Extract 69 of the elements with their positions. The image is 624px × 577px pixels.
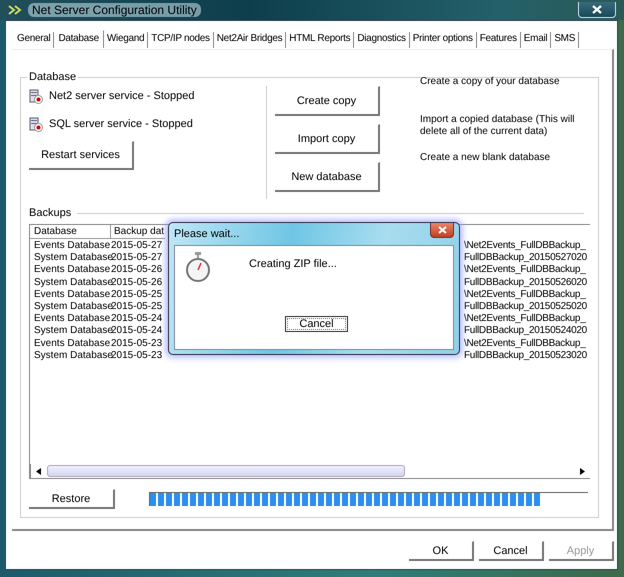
table-cell-text: System Database <box>33 300 111 314</box>
scroll-thumb[interactable] <box>47 465 405 477</box>
service-status: SQL server service - Stopped <box>49 118 193 130</box>
table-cell-text: System Database <box>33 350 111 362</box>
table-cell-text: System Database <box>33 252 111 264</box>
group-title: Database <box>27 71 78 83</box>
tab[interactable]: Features <box>476 32 521 48</box>
server-stopped-icon <box>29 88 43 104</box>
table-cell-text: Events Database <box>33 240 111 252</box>
right-arrow-icon[interactable] <box>580 468 585 474</box>
restore-button[interactable]: Restore <box>29 489 115 509</box>
tab[interactable]: Wiegand <box>104 32 148 48</box>
tab[interactable]: SMS <box>551 32 580 48</box>
table-cell-text: \Net2Events_FullDBBackup_ <box>464 240 587 252</box>
dialog-button[interactable]: Cancel <box>479 541 544 561</box>
table-cell: 2015-05-23 <box>111 350 163 362</box>
table-cell-text: \Net2Events_FullDBBackup_ <box>464 288 587 301</box>
table-cell: 2015-05-24 <box>111 325 163 338</box>
server-stopped-icon <box>29 116 43 132</box>
dialog-message: Creating ZIP file... <box>249 258 337 270</box>
table-cell: 2015-05-24 <box>111 313 163 326</box>
action-button[interactable]: Create copy <box>275 86 380 116</box>
tab[interactable]: Printer options <box>410 32 477 48</box>
dialog-button[interactable]: OK <box>409 541 474 561</box>
tab[interactable]: Email <box>520 32 552 48</box>
action-button[interactable]: New database <box>275 162 380 192</box>
table-cell-text: FullDBBackup_20150524020 <box>464 325 588 338</box>
table-cell-text: System Database <box>33 276 111 289</box>
tab[interactable]: Diagnostics <box>354 32 410 48</box>
close-button[interactable] <box>430 223 454 238</box>
restart-services-button[interactable]: Restart services <box>29 141 134 170</box>
service-status: Net2 server service - Stopped <box>49 90 195 102</box>
table-cell: 2015-05-26 <box>111 264 163 277</box>
column-header[interactable]: Database <box>30 225 111 239</box>
table-cell: 2015-05-25 <box>111 300 163 314</box>
column-header[interactable]: Backup dat <box>111 225 165 239</box>
table-cell-text: \Net2Events_FullDBBackup_ <box>464 313 587 326</box>
table-cell: 2015-05-23 <box>111 338 163 350</box>
table-cell: 2015-05-27 <box>111 240 163 252</box>
table-cell: 2015-05-26 <box>111 276 163 289</box>
table-cell-text: Events Database <box>33 264 111 277</box>
table-cell-text: FullDBBackup_20150527020 <box>464 252 588 264</box>
stopwatch-icon <box>185 252 211 282</box>
table-cell-text: FullDBBackup_20150526020 <box>464 276 588 289</box>
tab[interactable]: Net2Air Bridges <box>214 32 286 48</box>
cancel-button[interactable]: Cancel <box>285 316 348 332</box>
action-description: Import a copied database (This will delete all of the current data) <box>420 114 576 138</box>
table-cell: 2015-05-27 <box>111 252 163 264</box>
section-title: Backups <box>29 207 72 219</box>
tab[interactable]: TCP/IP nodes <box>148 32 214 48</box>
window-title: Net Server Configuration Utility <box>28 3 201 17</box>
action-button[interactable]: Import copy <box>275 124 380 154</box>
tab[interactable]: HTML Reports <box>286 32 354 48</box>
table-cell-text: \Net2Events_FullDBBackup_ <box>464 264 587 277</box>
left-arrow-icon[interactable] <box>36 468 41 474</box>
table-cell-text: Events Database <box>33 338 111 350</box>
table-cell-text: Events Database <box>33 288 111 301</box>
table-cell-text: \Net2Events_FullDBBackup_ <box>464 338 587 350</box>
table-cell-text: FullDBBackup_20150523020 <box>464 350 588 362</box>
action-description: Create a copy of your database <box>420 76 561 88</box>
table-cell: 2015-05-25 <box>111 288 163 301</box>
close-icon <box>592 5 602 14</box>
action-description: Create a new blank database <box>420 152 552 164</box>
table-cell-text: FullDBBackup_20150525020 <box>464 300 588 314</box>
table-cell-text: System Database <box>33 325 111 338</box>
dialog-title: Please wait... <box>174 228 240 240</box>
table-cell-text: Events Database <box>33 313 111 326</box>
close-icon <box>438 226 446 234</box>
app-icon <box>8 4 22 16</box>
